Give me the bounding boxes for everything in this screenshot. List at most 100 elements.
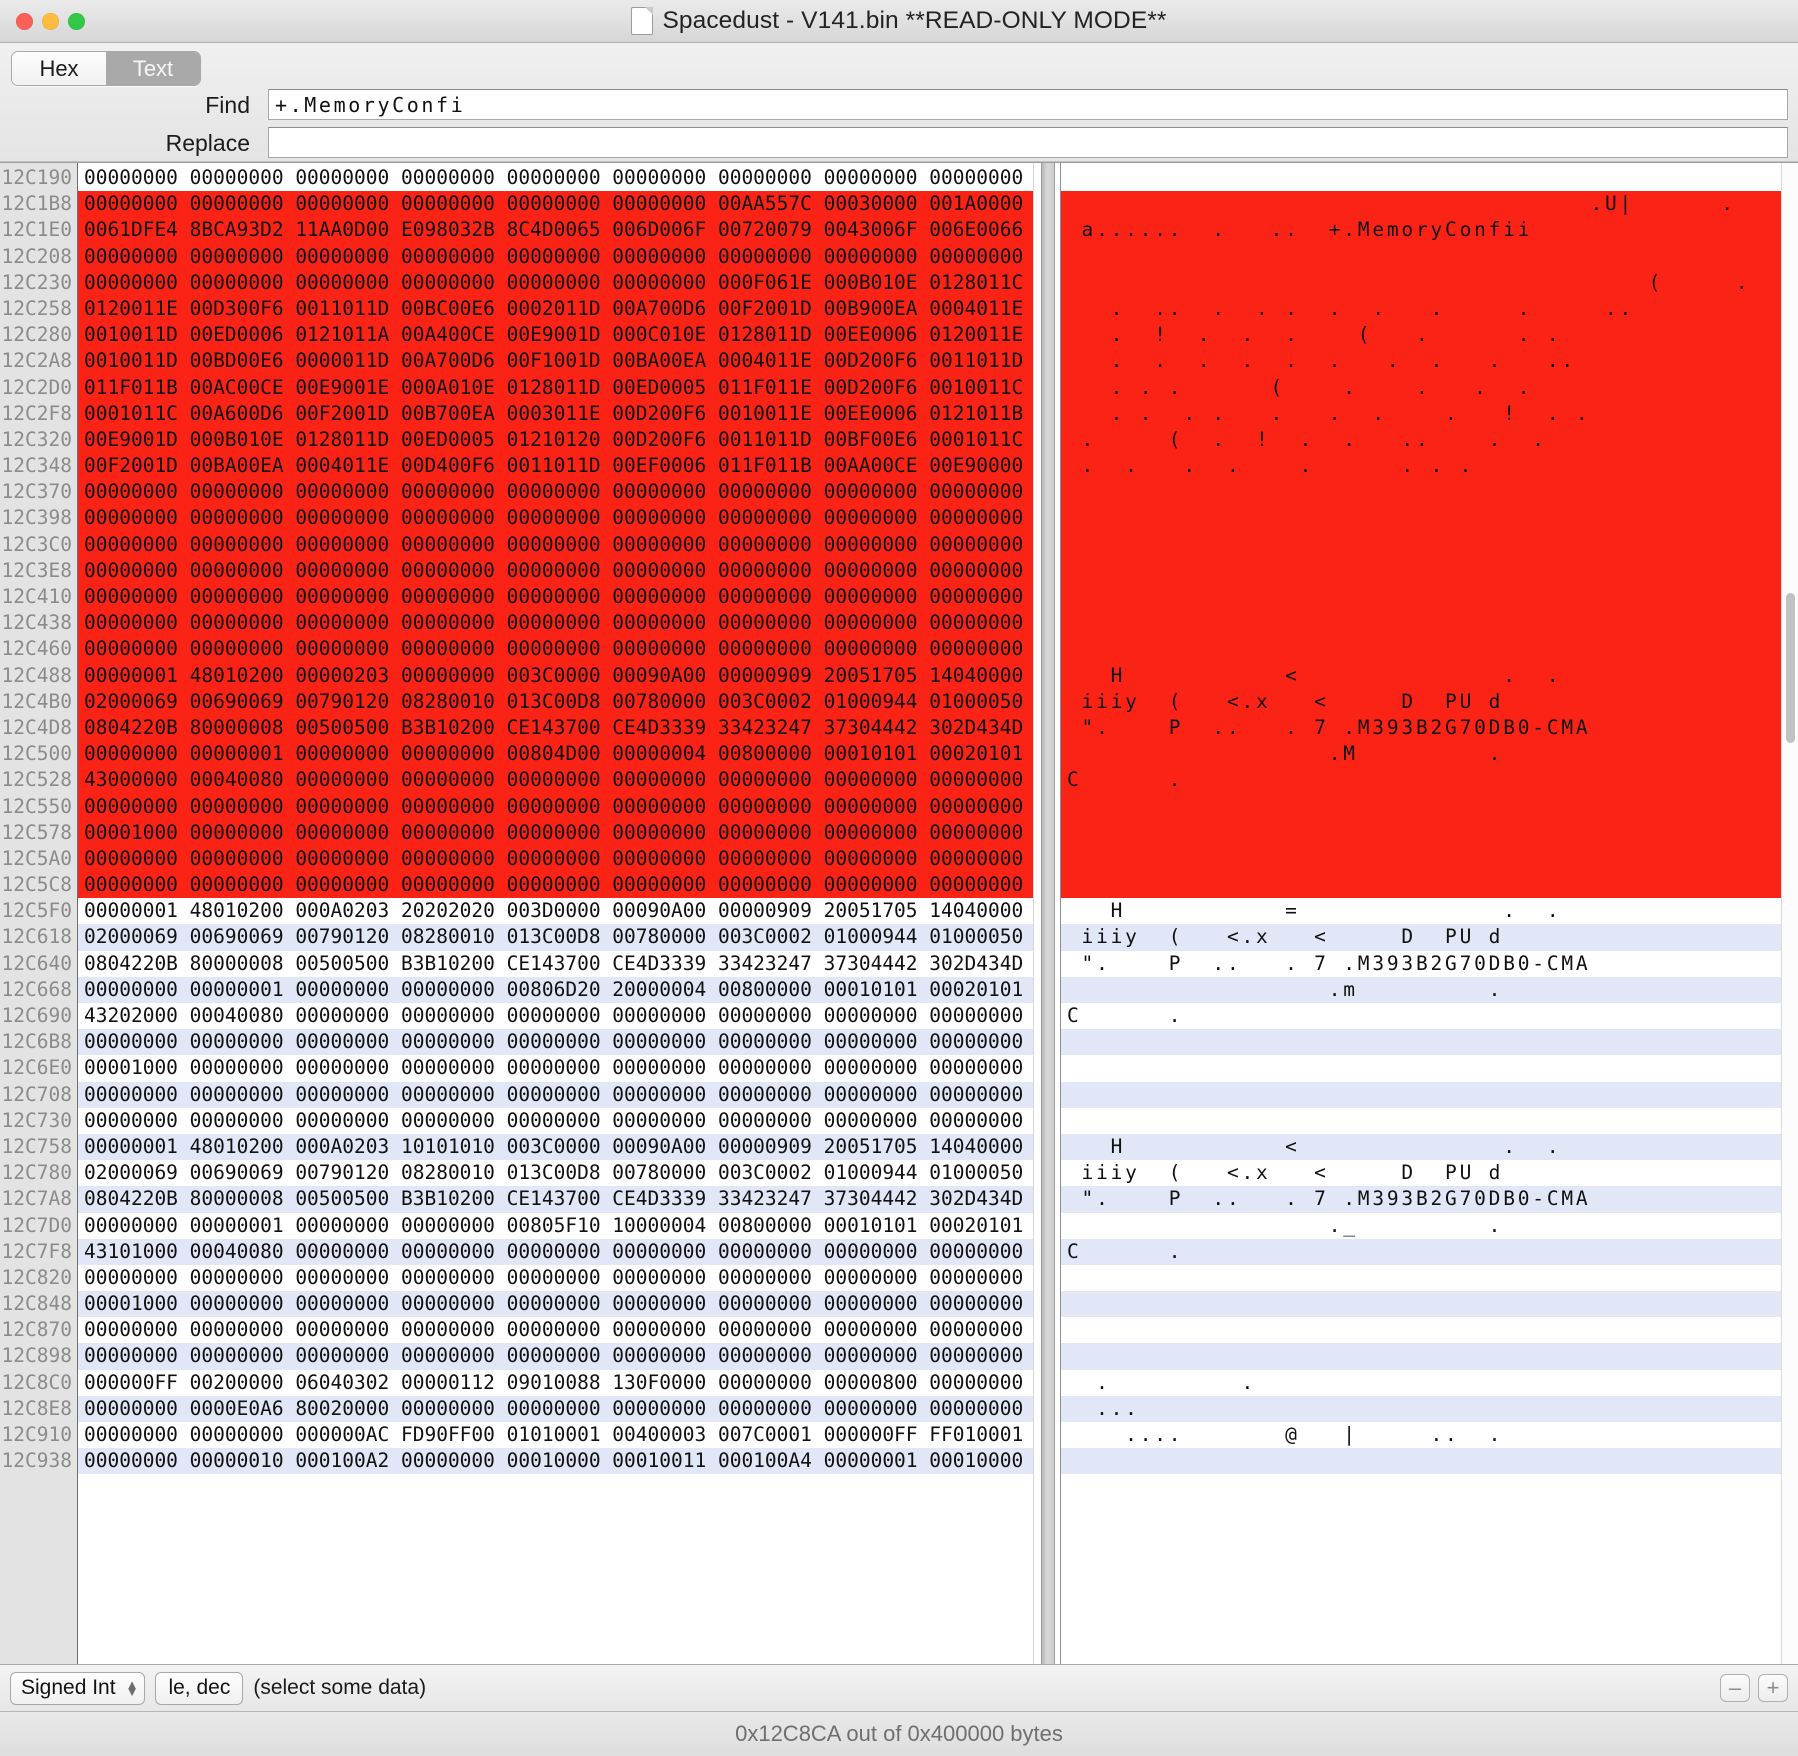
hex-row[interactable]: 00000000 00000001 00000000 00000000 0080… bbox=[78, 1213, 1033, 1239]
ascii-row[interactable]: . . . . . . . . . .. bbox=[1061, 348, 1798, 375]
ascii-row[interactable] bbox=[1061, 1029, 1798, 1056]
vertical-scrollbar[interactable] bbox=[1781, 163, 1798, 1664]
minimize-button[interactable] bbox=[42, 12, 59, 30]
ascii-row[interactable] bbox=[1061, 610, 1798, 637]
hex-row[interactable]: 00000000 00000000 00000000 00000000 0000… bbox=[78, 610, 1033, 637]
ascii-row[interactable]: H < . . bbox=[1061, 662, 1798, 689]
hex-row[interactable]: 00000000 00000000 00000000 00000000 0000… bbox=[78, 872, 1033, 899]
hex-row[interactable]: 00000000 00000001 00000000 00000000 0080… bbox=[78, 976, 1033, 1003]
hex-row[interactable]: 0061DFE4 8BCA93D2 11AA0D00 E098032B 8C4D… bbox=[78, 217, 1033, 244]
ascii-row[interactable]: ... bbox=[1061, 1395, 1798, 1422]
search-mode-toggle[interactable]: Hex Text bbox=[11, 51, 201, 86]
hex-view[interactable]: 12C190 12C1B8 12C1E0 12C208 12C230 12C258 12C2… bbox=[0, 162, 1798, 1664]
hex-row[interactable]: 0010011D 00BD00E6 0000011D 00A700D6 00F1… bbox=[78, 348, 1033, 375]
hex-row[interactable]: 011F011B 00AC00CE 00E9001E 000A010E 0128… bbox=[78, 374, 1033, 401]
hex-row[interactable]: 00000000 00000000 00000000 00000000 0000… bbox=[78, 1265, 1033, 1291]
ascii-row[interactable] bbox=[1061, 636, 1798, 663]
ascii-row[interactable]: H < . . bbox=[1061, 1133, 1798, 1161]
ascii-row[interactable] bbox=[1061, 1317, 1798, 1343]
hex-row[interactable]: 00000000 00000000 00000000 00000000 0000… bbox=[78, 479, 1033, 506]
ascii-row[interactable]: iiiy ( <.x < D PU d bbox=[1061, 688, 1798, 715]
zoom-in-button[interactable]: + bbox=[1758, 1674, 1788, 1702]
hex-row[interactable]: 00000000 00000000 00000000 00000000 0000… bbox=[78, 505, 1033, 532]
hex-row[interactable]: 00000000 00000000 00000000 00000000 0000… bbox=[78, 269, 1033, 296]
hex-row[interactable]: 00000000 00000000 00000000 00000000 0000… bbox=[78, 243, 1033, 270]
hex-row[interactable]: 0120011E 00D300F6 0011011D 00BC00E6 0002… bbox=[78, 295, 1033, 323]
ascii-row[interactable]: C . bbox=[1061, 1238, 1798, 1265]
ascii-row[interactable]: C . bbox=[1061, 767, 1798, 794]
ascii-row[interactable]: .M . bbox=[1061, 741, 1798, 768]
hex-row[interactable]: 00000000 00000000 00000000 00000000 0000… bbox=[78, 165, 1033, 191]
ascii-row[interactable] bbox=[1061, 165, 1798, 191]
ascii-row[interactable] bbox=[1061, 505, 1798, 532]
close-button[interactable] bbox=[16, 12, 33, 30]
hex-row[interactable]: 00000000 00000000 00000000 00000000 0000… bbox=[78, 1108, 1033, 1134]
ascii-row[interactable] bbox=[1061, 793, 1798, 820]
ascii-row[interactable] bbox=[1061, 872, 1798, 899]
ascii-row[interactable] bbox=[1061, 243, 1798, 270]
hex-row[interactable]: 0804220B 80000008 00500500 B3B10200 CE14… bbox=[78, 1186, 1033, 1213]
hex-row[interactable]: 00000000 00000010 000100A2 00000000 0001… bbox=[78, 1448, 1033, 1475]
hex-row[interactable]: 02000069 00690069 00790120 08280010 013C… bbox=[78, 688, 1033, 715]
hex-row[interactable]: 00000001 48010200 000A0203 10101010 003C… bbox=[78, 1133, 1033, 1161]
hex-row[interactable]: 00000000 00000000 00000000 00000000 0000… bbox=[78, 1317, 1033, 1343]
ascii-row[interactable]: .U| . bbox=[1061, 191, 1798, 218]
hex-row[interactable]: 00000000 0000E0A6 80020000 00000000 0000… bbox=[78, 1395, 1033, 1422]
hex-row[interactable]: 0001011C 00A600D6 00F2001D 00B700EA 0003… bbox=[78, 400, 1033, 427]
mode-hex-button[interactable]: Hex bbox=[12, 52, 106, 85]
hex-row[interactable]: 00000001 48010200 000A0203 20202020 003D… bbox=[78, 898, 1033, 924]
ascii-row[interactable]: ". P .. . 7 .M393B2G70DB0-CMA bbox=[1061, 951, 1798, 977]
ascii-row[interactable] bbox=[1061, 1108, 1798, 1134]
hex-row[interactable]: 00000000 00000000 000000AC FD90FF00 0101… bbox=[78, 1422, 1033, 1448]
ascii-row[interactable]: C . bbox=[1061, 1003, 1798, 1029]
hex-row[interactable]: 00001000 00000000 00000000 00000000 0000… bbox=[78, 1055, 1033, 1081]
ascii-row[interactable]: . . bbox=[1061, 1370, 1798, 1396]
ascii-row[interactable] bbox=[1061, 845, 1798, 873]
divider-handle[interactable] bbox=[1041, 163, 1055, 1664]
hex-row[interactable]: 0804220B 80000008 00500500 B3B10200 CE14… bbox=[78, 951, 1033, 977]
ascii-row[interactable]: . . . ( . . . . bbox=[1061, 374, 1798, 401]
ascii-row[interactable]: . .. . . . . . . . .. bbox=[1061, 295, 1798, 323]
zoom-out-button[interactable]: – bbox=[1720, 1674, 1750, 1702]
ascii-row[interactable] bbox=[1061, 531, 1798, 558]
hex-row[interactable]: 43101000 00040080 00000000 00000000 0000… bbox=[78, 1238, 1033, 1265]
mode-text-button[interactable]: Text bbox=[106, 52, 200, 85]
ascii-row[interactable]: ". P .. . 7 .M393B2G70DB0-CMA bbox=[1061, 714, 1798, 742]
hex-row[interactable]: 00001000 00000000 00000000 00000000 0000… bbox=[78, 1291, 1033, 1318]
ascii-row[interactable] bbox=[1061, 1081, 1798, 1108]
ascii-row[interactable] bbox=[1061, 557, 1798, 584]
scrollbar-thumb[interactable] bbox=[1786, 593, 1795, 743]
hex-row[interactable]: 00000000 00000000 00000000 00000000 0000… bbox=[78, 636, 1033, 663]
hex-row[interactable]: 02000069 00690069 00790120 08280010 013C… bbox=[78, 1160, 1033, 1186]
ascii-row[interactable] bbox=[1061, 584, 1798, 611]
ascii-row[interactable]: H = . . bbox=[1061, 898, 1798, 924]
ascii-row[interactable]: . ( . ! . . .. . . bbox=[1061, 426, 1798, 454]
hex-row[interactable]: 00000000 00000000 00000000 00000000 0000… bbox=[78, 531, 1033, 558]
hex-row[interactable]: 00000000 00000000 00000000 00000000 0000… bbox=[78, 845, 1033, 873]
hex-row[interactable]: 00001000 00000000 00000000 00000000 0000… bbox=[78, 819, 1033, 846]
hex-row[interactable]: 02000069 00690069 00790120 08280010 013C… bbox=[78, 924, 1033, 951]
hex-row[interactable]: 000000FF 00200000 06040302 00000112 0901… bbox=[78, 1370, 1033, 1396]
hex-row[interactable]: 00000000 00000000 00000000 00000000 0000… bbox=[78, 557, 1033, 584]
ascii-row[interactable] bbox=[1061, 1291, 1798, 1318]
ascii-row[interactable]: a...... . .. +.MemoryConfii bbox=[1061, 217, 1798, 244]
ascii-row[interactable]: ._ . bbox=[1061, 1213, 1798, 1239]
ascii-row[interactable]: . . . . . . . . ! . . bbox=[1061, 400, 1798, 427]
ascii-row[interactable]: .m . bbox=[1061, 976, 1798, 1003]
hex-row[interactable]: 00000000 00000000 00000000 00000000 0000… bbox=[78, 1029, 1033, 1056]
ascii-row[interactable]: ( . bbox=[1061, 269, 1798, 296]
find-input[interactable]: +.MemoryConfi bbox=[268, 89, 1788, 120]
hex-row[interactable]: 00000000 00000001 00000000 00000000 0080… bbox=[78, 741, 1033, 768]
ascii-row[interactable] bbox=[1061, 1448, 1798, 1475]
hex-row[interactable]: 00000000 00000000 00000000 00000000 0000… bbox=[78, 191, 1033, 218]
ascii-row[interactable]: ". P .. . 7 .M393B2G70DB0-CMA bbox=[1061, 1186, 1798, 1213]
ascii-row[interactable] bbox=[1061, 1055, 1798, 1081]
ascii-row[interactable] bbox=[1061, 479, 1798, 506]
hex-row[interactable]: 00F2001D 00BA00EA 0004011E 00D400F6 0011… bbox=[78, 453, 1033, 480]
hex-bytes-column[interactable]: 00000000 00000000 00000000 00000000 0000… bbox=[78, 163, 1033, 1664]
inspector-format-button[interactable]: le, dec bbox=[155, 1671, 244, 1705]
hex-row[interactable]: 00000000 00000000 00000000 00000000 0000… bbox=[78, 1081, 1033, 1108]
ascii-row[interactable] bbox=[1061, 1343, 1798, 1370]
ascii-row[interactable]: . . . . . . . . bbox=[1061, 453, 1798, 480]
maximize-button[interactable] bbox=[68, 12, 85, 30]
